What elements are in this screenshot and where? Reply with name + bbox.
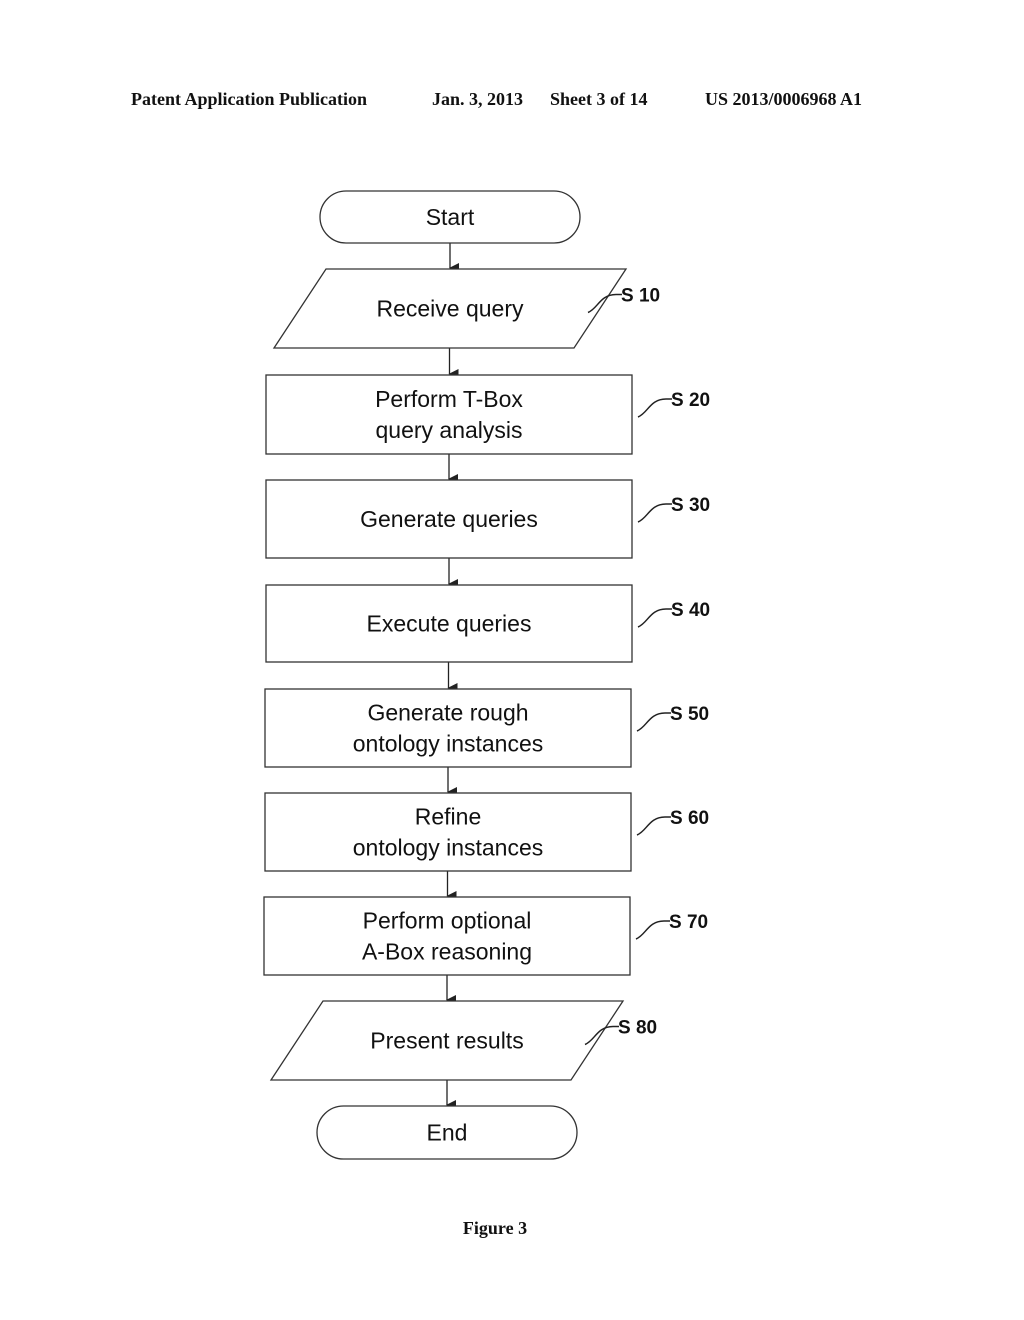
flow-node-s10: Receive query S 10 <box>272 268 660 349</box>
node-label: Execute queries <box>367 611 532 637</box>
step-reference-label: S 50 <box>670 704 709 725</box>
node-label: Receive query <box>376 296 524 322</box>
node-label: Perform optional <box>363 908 532 934</box>
node-label: End <box>427 1120 468 1146</box>
flow-node-s60: Refine ontology instances S 60 <box>264 792 709 872</box>
node-label: Start <box>426 204 475 230</box>
step-reference-label: S 30 <box>671 495 710 516</box>
flow-node-s20: Perform T-Box query analysis S 20 <box>265 374 710 455</box>
step-reference-label: S 20 <box>671 390 710 411</box>
leader-line <box>637 398 672 418</box>
leader-line <box>637 503 672 523</box>
flow-node-end: End <box>316 1105 578 1160</box>
flowchart: Start Receive query S 10 Perform T-Box query… <box>263 190 710 1160</box>
node-label: Generate rough <box>367 700 528 726</box>
node-label: Present results <box>370 1028 523 1054</box>
node-label: query analysis <box>375 417 522 443</box>
flow-node-s40: Execute queries S 40 <box>265 584 710 663</box>
flow-node-s80: Present results S 80 <box>269 1000 657 1081</box>
step-reference-label: S 40 <box>671 600 710 621</box>
flow-node-start: Start <box>319 190 581 244</box>
node-label: Generate queries <box>360 506 538 532</box>
leader-line <box>636 816 671 836</box>
step-reference-label: S 60 <box>670 808 709 829</box>
leader-line <box>637 608 672 628</box>
node-label: ontology instances <box>353 835 544 861</box>
step-reference-label: S 70 <box>669 912 708 933</box>
leader-line <box>636 712 671 732</box>
leader-line <box>635 920 670 940</box>
node-label: Refine <box>415 804 481 830</box>
figure-caption: Figure 3 <box>462 1218 528 1238</box>
step-reference-label: S 10 <box>621 286 660 307</box>
flow-node-s30: Generate queries S 30 <box>265 479 710 559</box>
node-label: ontology instances <box>353 731 544 757</box>
flow-node-s50: Generate rough ontology instances S 50 <box>264 688 709 768</box>
node-label: Perform T-Box <box>375 386 523 412</box>
flow-node-s70: Perform optional A-Box reasoning S 70 <box>263 896 708 976</box>
step-reference-label: S 80 <box>618 1018 657 1039</box>
node-label: A-Box reasoning <box>362 939 532 965</box>
